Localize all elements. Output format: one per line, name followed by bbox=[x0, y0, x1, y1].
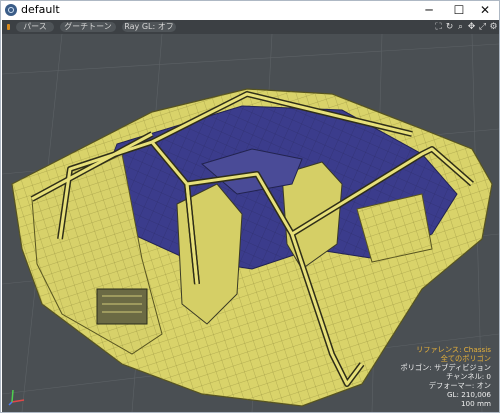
reference-label: リファレンス: Chassis bbox=[416, 345, 491, 354]
app-window: default ─ ☐ ✕ パース グーチトーン Ray GL: オフ ⛶ ↻ … bbox=[0, 0, 500, 413]
title-bar[interactable]: default ─ ☐ ✕ bbox=[1, 1, 499, 20]
viewport-info-overlay: リファレンス: Chassis 全てのポリゴン ポリゴン: サブディビジョン チ… bbox=[401, 345, 491, 408]
options-icon[interactable]: ⚙ bbox=[488, 21, 499, 33]
raygl-button[interactable]: Ray GL: オフ bbox=[122, 22, 176, 32]
reset-view-icon[interactable]: ↻ bbox=[444, 21, 455, 33]
zoom-icon[interactable]: ⌕ bbox=[455, 21, 466, 33]
maximize-button[interactable]: ☐ bbox=[445, 1, 473, 20]
viewport-menu-icon[interactable] bbox=[7, 24, 10, 30]
channel-label: チャンネル: 0 bbox=[445, 372, 491, 381]
maximize-view-icon[interactable]: ⛶ bbox=[433, 21, 444, 33]
polygon-type-label: ポリゴン: サブディビジョン bbox=[400, 363, 491, 372]
viewport-toolbar: パース グーチトーン Ray GL: オフ ⛶ ↻ ⌕ ✥ ⤢ ⚙ bbox=[2, 20, 499, 34]
close-button[interactable]: ✕ bbox=[471, 1, 499, 20]
window-title: default bbox=[21, 3, 60, 16]
perspective-button[interactable]: パース bbox=[16, 22, 54, 32]
pan-icon[interactable]: ✥ bbox=[466, 21, 477, 33]
deformer-label: デフォーマー: オン bbox=[428, 381, 491, 390]
scale-label: 100 mm bbox=[460, 399, 491, 408]
minimize-button[interactable]: ─ bbox=[415, 1, 443, 20]
shading-button[interactable]: グーチトーン bbox=[60, 22, 116, 32]
3d-viewport[interactable]: パース グーチトーン Ray GL: オフ ⛶ ↻ ⌕ ✥ ⤢ ⚙ リファレンス… bbox=[2, 20, 499, 412]
rotate-icon[interactable]: ⤢ bbox=[477, 21, 488, 33]
axis-gizmo-icon bbox=[8, 389, 25, 406]
gl-count-label: GL: 210,006 bbox=[446, 390, 491, 399]
app-icon bbox=[5, 4, 17, 16]
polygon-selection-label: 全てのポリゴン bbox=[440, 354, 491, 363]
